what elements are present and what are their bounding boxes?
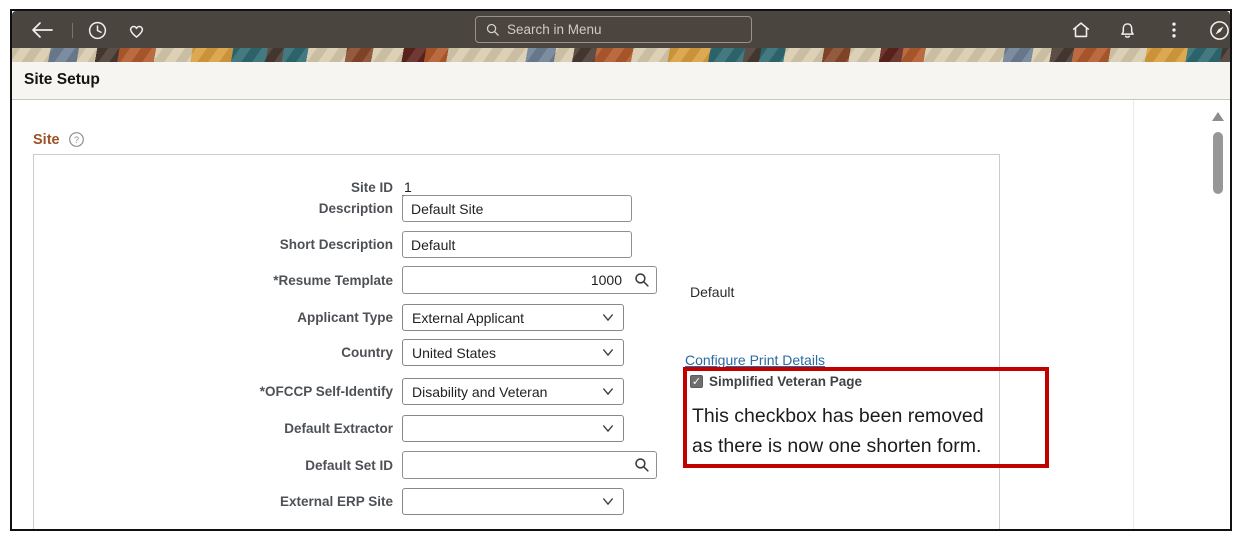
compass-icon bbox=[1209, 20, 1229, 40]
arrow-left-icon bbox=[32, 22, 53, 38]
navbar-button[interactable] bbox=[1207, 19, 1231, 41]
notifications-button[interactable] bbox=[1115, 19, 1139, 41]
annotation-line-2: as there is now one shorten form. bbox=[692, 435, 982, 457]
theme-banner bbox=[12, 48, 1230, 62]
lookup-magnifier-icon bbox=[635, 273, 649, 287]
resume-template-lookup-button[interactable] bbox=[633, 271, 650, 288]
kebab-menu-icon bbox=[1172, 22, 1176, 38]
home-button[interactable] bbox=[1069, 19, 1093, 41]
field-row-site-id: Site ID 1 bbox=[40, 178, 414, 196]
search-input[interactable] bbox=[507, 22, 717, 37]
country-value: United States bbox=[412, 344, 497, 361]
checkmark-icon: ✓ bbox=[691, 376, 702, 388]
global-header bbox=[12, 11, 1230, 48]
field-row-country: Country United States bbox=[40, 339, 624, 366]
actions-menu-button[interactable] bbox=[1162, 19, 1186, 41]
simplified-veteran-page-label: Simplified Veteran Page bbox=[709, 374, 863, 389]
scrollbar-thumb[interactable] bbox=[1213, 132, 1223, 194]
country-select[interactable]: United States bbox=[402, 339, 624, 366]
field-row-applicant-type: Applicant Type External Applicant bbox=[40, 304, 624, 331]
ofccp-self-identify-value: Disability and Veteran bbox=[412, 383, 548, 400]
page-title-bar: Site Setup bbox=[12, 62, 1230, 100]
default-set-id-input[interactable] bbox=[402, 451, 657, 479]
field-row-ofccp-self-identify: *OFCCP Self-Identify Disability and Vete… bbox=[40, 378, 624, 405]
header-divider bbox=[72, 23, 73, 38]
resume-template-description: Default bbox=[690, 284, 735, 300]
external-erp-site-select[interactable] bbox=[402, 488, 624, 515]
simplified-veteran-page-checkbox[interactable]: ✓ bbox=[690, 375, 703, 388]
ofccp-self-identify-label: *OFCCP Self-Identify bbox=[259, 384, 393, 399]
ofccp-self-identify-select[interactable]: Disability and Veteran bbox=[402, 378, 624, 405]
scrollbar-up-arrow[interactable] bbox=[1212, 112, 1224, 121]
description-input[interactable] bbox=[402, 195, 632, 222]
chevron-down-icon bbox=[603, 349, 613, 357]
site-id-label: Site ID bbox=[350, 179, 393, 195]
default-extractor-select[interactable] bbox=[402, 415, 624, 442]
chevron-down-icon bbox=[603, 498, 613, 506]
annotation-line-1: This checkbox has been removed bbox=[692, 405, 984, 427]
default-set-id-label: Default Set ID bbox=[305, 457, 393, 473]
annotation-note: This checkbox has been removed as there … bbox=[692, 401, 984, 461]
short-description-label: Short Description bbox=[279, 237, 393, 252]
applicant-type-value: External Applicant bbox=[412, 309, 525, 326]
global-search[interactable] bbox=[475, 16, 752, 43]
favorites-button[interactable] bbox=[124, 19, 148, 41]
description-label: Description bbox=[318, 201, 393, 216]
chevron-down-icon bbox=[603, 425, 613, 433]
short-description-input[interactable] bbox=[402, 231, 632, 258]
field-row-resume-template: *Resume Template bbox=[40, 266, 657, 294]
configure-print-details-link[interactable]: Configure Print Details bbox=[685, 352, 825, 368]
default-set-id-lookup-button[interactable] bbox=[633, 456, 650, 473]
resume-template-input[interactable] bbox=[402, 266, 657, 294]
home-icon bbox=[1072, 22, 1090, 38]
applicant-type-label: Applicant Type bbox=[297, 310, 393, 325]
chevron-down-icon bbox=[603, 314, 613, 322]
field-row-description: Description bbox=[40, 195, 632, 222]
back-button[interactable] bbox=[30, 19, 54, 41]
field-row-short-description: Short Description bbox=[40, 231, 632, 258]
field-row-external-erp-site: External ERP Site bbox=[40, 488, 624, 515]
site-id-value: 1 bbox=[402, 179, 414, 196]
field-row-default-extractor: Default Extractor bbox=[40, 415, 624, 442]
field-row-default-set-id: Default Set ID bbox=[40, 451, 657, 479]
svg-text:?: ? bbox=[73, 135, 78, 145]
external-erp-site-label: External ERP Site bbox=[279, 494, 393, 509]
screenshot: Site Setup Site ? Site ID 1 Description … bbox=[0, 0, 1243, 546]
section-header: Site ? bbox=[33, 131, 85, 148]
section-title: Site bbox=[33, 131, 60, 148]
help-icon[interactable]: ? bbox=[68, 131, 85, 148]
resume-template-label: *Resume Template bbox=[273, 272, 393, 288]
simplified-veteran-page-row: ✓ Simplified Veteran Page bbox=[690, 374, 862, 389]
applicant-type-select[interactable]: External Applicant bbox=[402, 304, 624, 331]
page-title: Site Setup bbox=[24, 71, 100, 88]
chevron-down-icon bbox=[603, 388, 613, 396]
heart-icon bbox=[129, 25, 143, 38]
recent-history-button[interactable] bbox=[85, 19, 109, 41]
clock-icon bbox=[88, 21, 106, 39]
search-icon bbox=[486, 23, 499, 36]
default-extractor-label: Default Extractor bbox=[284, 421, 393, 436]
country-label: Country bbox=[341, 345, 393, 360]
content-divider bbox=[1133, 100, 1134, 530]
bell-icon bbox=[1120, 22, 1134, 38]
lookup-magnifier-icon bbox=[635, 458, 649, 472]
